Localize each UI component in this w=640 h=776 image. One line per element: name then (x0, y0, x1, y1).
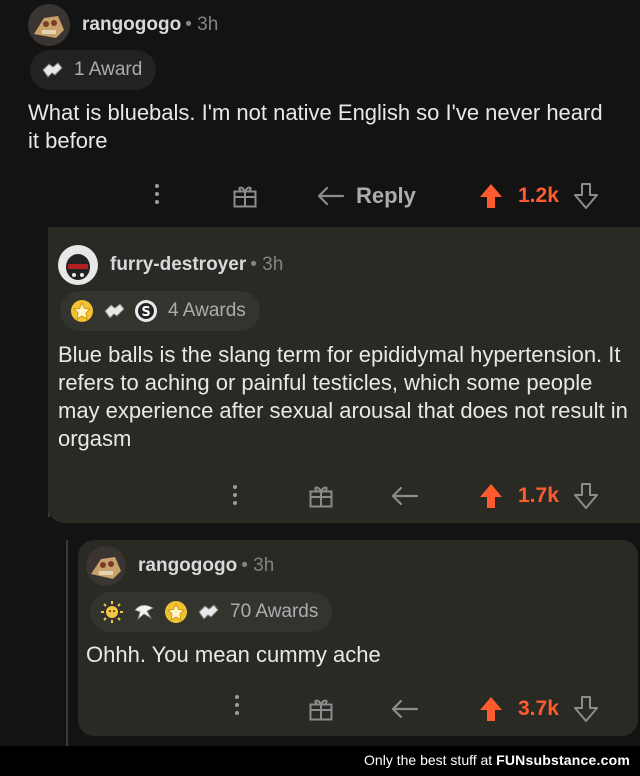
comment-body: Blue balls is the slang term for epididy… (58, 342, 628, 451)
timestamp: • 3h (185, 14, 219, 35)
watermark-bar: Only the best stuff at FUNsubstance.com (0, 746, 640, 776)
comment-header: rangogogo • 3h (86, 546, 274, 586)
avatar[interactable] (86, 546, 126, 586)
give-award-button[interactable] (232, 183, 258, 209)
downvote-icon[interactable] (573, 695, 599, 723)
reply-button[interactable] (390, 697, 420, 721)
s-award-icon: S (134, 299, 158, 323)
upvote-icon[interactable] (478, 182, 504, 210)
handshake-award-icon (40, 58, 64, 82)
awards-pill[interactable]: 1 Award (30, 50, 157, 90)
gold-award-icon (164, 600, 188, 624)
avatar[interactable] (28, 4, 70, 46)
comment-body: What is bluebals. I'm not native English… (28, 100, 603, 153)
reply-button[interactable] (390, 484, 420, 508)
comment-header: furry-destroyer • 3h (58, 245, 283, 285)
comment-header: rangogogo • 3h (28, 4, 218, 46)
avatar-image-icon (58, 245, 98, 285)
reply-arrow-icon (391, 699, 419, 719)
more-options-button[interactable] (154, 184, 160, 204)
handshake-award-icon (102, 299, 126, 323)
awards-pill[interactable]: S 4 Awards (60, 291, 260, 331)
more-options-icon (234, 695, 240, 715)
more-options-icon (232, 485, 238, 505)
vote-controls: 3.7k (478, 695, 599, 723)
username[interactable]: furry-destroyer (110, 254, 246, 276)
reply-button[interactable]: Reply (316, 183, 416, 209)
vote-controls: 1.2k (478, 182, 599, 210)
comment-rangogogo-1: rangogogo • 3h 1 Award What is bluebals.… (0, 0, 640, 228)
upvote-icon[interactable] (478, 695, 504, 723)
watermark-text: Only the best stuff at FUNsubstance.com (364, 752, 630, 768)
gold-award-icon (70, 299, 94, 323)
gift-icon (233, 186, 257, 208)
avatar-image-icon (28, 4, 70, 46)
comment-body: Ohhh. You mean cummy ache (86, 642, 381, 667)
comment-furry-destroyer: furry-destroyer • 3h S 4 Awards Blue bal… (48, 227, 640, 523)
username[interactable]: rangogogo (82, 14, 181, 36)
watermark-prefix: Only the best stuff at (364, 752, 493, 768)
reply-arrow-icon (391, 486, 419, 506)
awards-count: 1 Award (74, 59, 143, 80)
downvote-icon[interactable] (573, 182, 599, 210)
comment-rangogogo-2: rangogogo • 3h 70 Awards Ohhh. You mean … (78, 540, 638, 736)
vote-score: 3.7k (518, 697, 559, 720)
timestamp: • 3h (250, 254, 284, 275)
watermark-brand: FUNsubstance.com (496, 752, 630, 768)
awards-count: 70 Awards (230, 601, 319, 622)
vote-score: 1.7k (518, 484, 559, 507)
awards-pill[interactable]: 70 Awards (90, 592, 333, 632)
gift-icon (309, 486, 333, 508)
more-options-button[interactable] (232, 485, 238, 505)
username[interactable]: rangogogo (138, 555, 237, 577)
give-award-button[interactable] (308, 696, 334, 722)
thread-line[interactable] (66, 540, 68, 746)
avatar[interactable] (58, 245, 98, 285)
more-options-icon (154, 184, 160, 204)
downvote-icon[interactable] (573, 482, 599, 510)
bird-award-icon (132, 600, 156, 624)
sun-award-icon (100, 600, 124, 624)
reply-label: Reply (356, 183, 416, 208)
more-options-button[interactable] (234, 695, 240, 715)
reply-arrow-icon (317, 186, 345, 206)
vote-score: 1.2k (518, 184, 559, 207)
awards-count: 4 Awards (168, 300, 246, 321)
upvote-icon[interactable] (478, 482, 504, 510)
svg-text:S: S (141, 305, 150, 320)
give-award-button[interactable] (308, 483, 334, 509)
avatar-image-icon (86, 546, 126, 586)
gift-icon (309, 699, 333, 721)
handshake-award-icon (196, 600, 220, 624)
timestamp: • 3h (241, 555, 275, 576)
vote-controls: 1.7k (478, 482, 599, 510)
